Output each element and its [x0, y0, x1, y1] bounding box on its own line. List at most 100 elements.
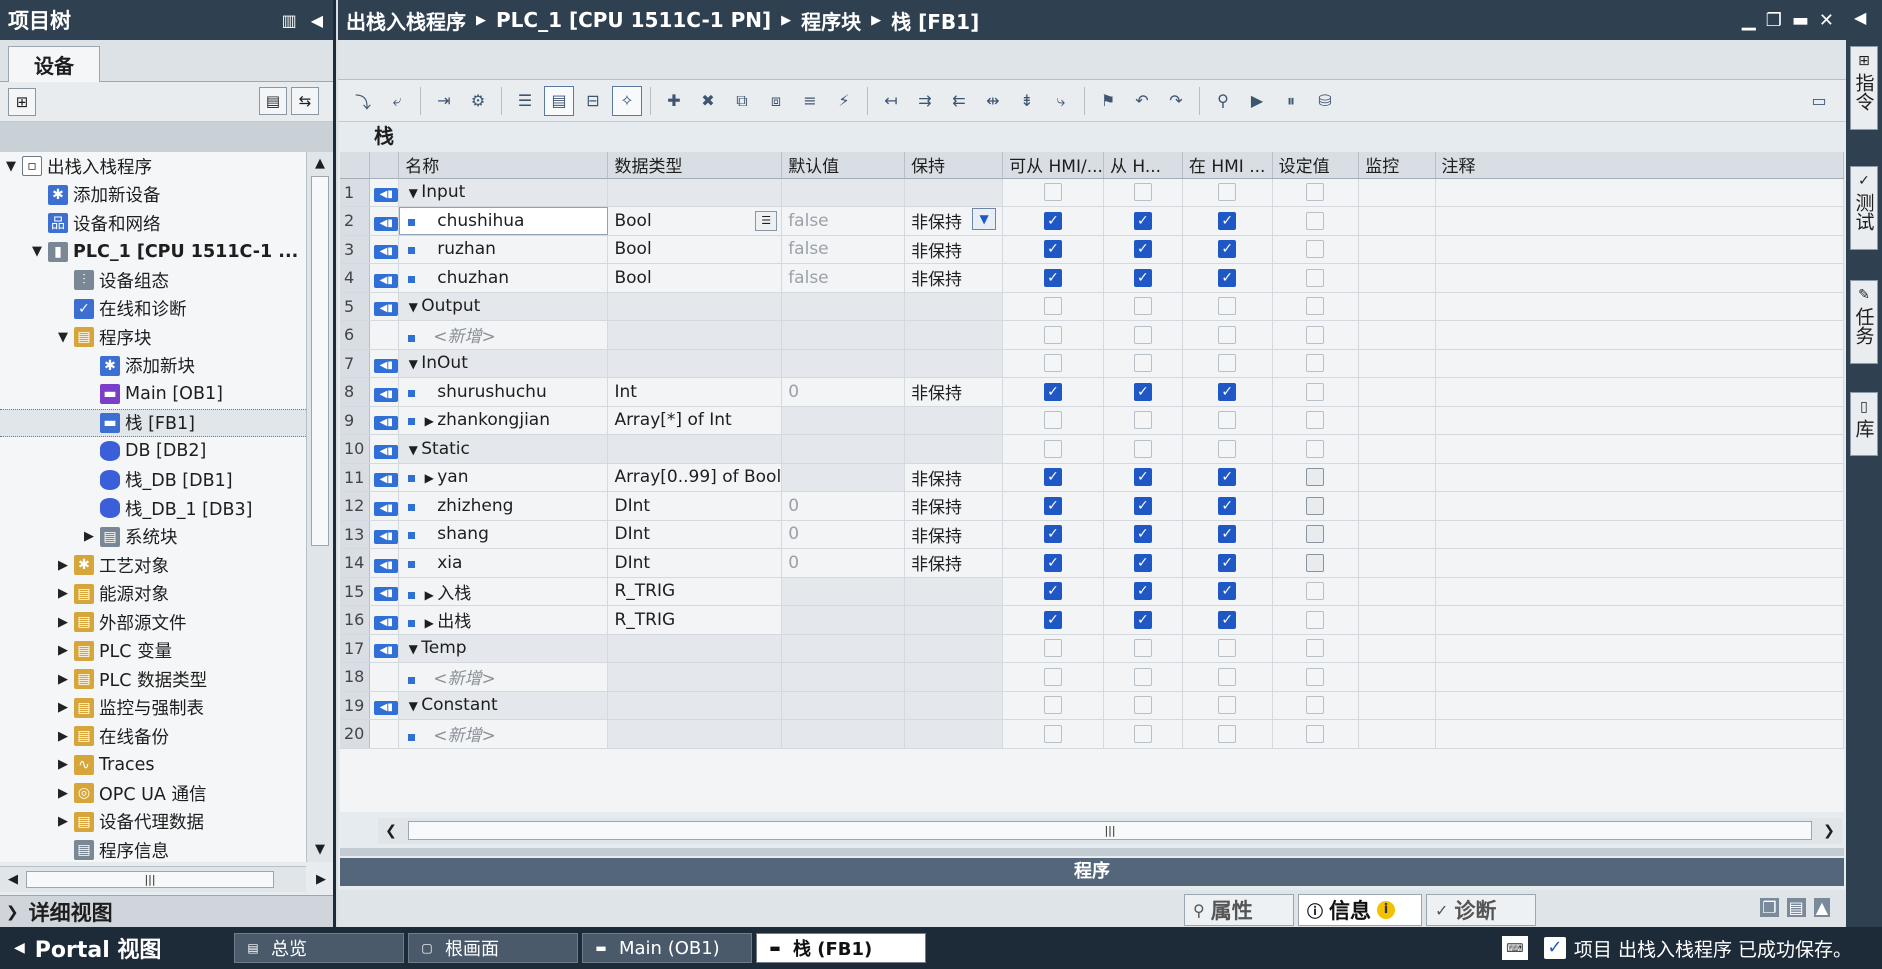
comment-cell[interactable]: [1435, 377, 1844, 407]
table-row[interactable]: 1 ◀▮ ▼ Input: [340, 178, 1844, 207]
hmi-writable-cell[interactable]: [1103, 434, 1183, 464]
setpoint-cell[interactable]: [1272, 292, 1360, 321]
hmi-accessible-cell[interactable]: [1002, 434, 1104, 464]
data-type-cell[interactable]: DInt: [607, 491, 783, 521]
checkbox[interactable]: [1306, 582, 1325, 601]
collapsed-arrow-icon[interactable]: ▶: [421, 414, 437, 428]
data-type-cell[interactable]: Bool: [607, 263, 783, 293]
checkbox[interactable]: [1044, 667, 1063, 686]
detail-view-header[interactable]: ❯ 详细视图: [0, 895, 333, 927]
add-new-placeholder[interactable]: <新增>: [415, 669, 496, 689]
hmi-visible-cell[interactable]: [1182, 634, 1273, 663]
indent-right-icon[interactable]: ⇉: [910, 86, 940, 116]
hmi-accessible-cell[interactable]: ✓: [1002, 463, 1104, 492]
checkbox-checked[interactable]: ✓: [1044, 553, 1063, 572]
comment-cell[interactable]: [1435, 406, 1844, 435]
checkbox[interactable]: [1306, 468, 1325, 487]
table-hscroll-thumb[interactable]: |||: [408, 821, 1812, 840]
prev-bookmark-icon[interactable]: ↶: [1127, 86, 1157, 116]
hmi-visible-cell[interactable]: ✓: [1182, 377, 1273, 407]
expanded-arrow-icon[interactable]: ▼: [30, 244, 44, 259]
tree-item[interactable]: ▬ 栈 [FB1]: [0, 408, 306, 437]
setpoint-cell[interactable]: [1272, 434, 1360, 464]
comment-cell[interactable]: [1435, 206, 1844, 236]
tree-item[interactable]: ▶ ▤ PLC 数据类型: [0, 665, 306, 694]
restore-icon[interactable]: ❐: [1760, 898, 1779, 917]
breadcrumb-block[interactable]: 栈 [FB1]: [891, 6, 979, 35]
retain-cell[interactable]: [904, 178, 1004, 207]
hmi-accessible-cell[interactable]: [1002, 320, 1104, 350]
expanded-arrow-icon[interactable]: ▼: [405, 699, 421, 713]
hmi-writable-cell[interactable]: [1103, 292, 1183, 321]
indent-list-icon[interactable]: ☰: [510, 86, 540, 116]
hmi-visible-cell[interactable]: [1182, 691, 1273, 720]
name-cell[interactable]: ▶ 入栈: [398, 577, 609, 606]
hmi-visible-cell[interactable]: ✓: [1182, 206, 1273, 236]
checkbox[interactable]: [1218, 639, 1237, 658]
scroll-down-icon[interactable]: ▼: [307, 838, 333, 862]
table-row[interactable]: 19 ◀▮ ▼ Constant: [340, 691, 1844, 720]
default-value-cell[interactable]: 0: [781, 491, 906, 521]
hmi-visible-cell[interactable]: ✓: [1182, 463, 1273, 492]
default-value-cell[interactable]: [781, 463, 906, 492]
table-row[interactable]: 13 ◀▮ shang DInt 0 非保持 ✓ ✓ ✓: [340, 520, 1844, 549]
hmi-writable-cell[interactable]: [1103, 406, 1183, 435]
default-value-cell[interactable]: [781, 349, 906, 378]
hmi-visible-cell[interactable]: [1182, 434, 1273, 464]
setpoint-cell[interactable]: [1272, 235, 1360, 264]
hmi-visible-cell[interactable]: [1182, 719, 1273, 749]
default-value-cell[interactable]: 0: [781, 520, 906, 549]
name-cell[interactable]: <新增>: [398, 320, 609, 350]
header-hmi-accessible[interactable]: 可从 HMI/...: [1002, 152, 1104, 179]
comment-cell[interactable]: [1435, 235, 1844, 264]
checkbox[interactable]: [1133, 325, 1152, 344]
name-cell[interactable]: ▶ zhankongjian: [398, 406, 609, 435]
checkbox[interactable]: [1306, 240, 1325, 259]
name-cell[interactable]: ▼ Input: [398, 178, 609, 207]
data-type-cell[interactable]: DInt: [607, 520, 783, 549]
hmi-accessible-cell[interactable]: [1002, 662, 1104, 692]
name-cell[interactable]: xia: [398, 548, 609, 578]
scroll-left-icon[interactable]: ◀: [0, 867, 26, 893]
data-type-cell[interactable]: DInt: [607, 548, 783, 578]
checkbox-checked[interactable]: ✓: [1133, 382, 1152, 401]
table-row[interactable]: 6 <新增>: [340, 320, 1844, 350]
collapse-up-icon[interactable]: ▲: [1813, 898, 1830, 917]
default-value-cell[interactable]: [781, 719, 906, 749]
hmi-accessible-cell[interactable]: ✓: [1002, 520, 1104, 549]
split-view-icon[interactable]: ▥: [282, 11, 297, 30]
tab-libraries[interactable]: ▯ 库: [1850, 392, 1878, 456]
tree-item[interactable]: ▶ ▤ PLC 变量: [0, 637, 306, 666]
editor-tab[interactable]: ▬ Main (OB1): [582, 933, 752, 963]
default-value-cell[interactable]: 0: [781, 377, 906, 407]
checkbox[interactable]: [1306, 325, 1325, 344]
table-row[interactable]: 15 ◀▮ ▶ 入栈 R_TRIG ✓ ✓ ✓: [340, 577, 1844, 606]
delete-network-icon[interactable]: ✖: [693, 86, 723, 116]
data-type-cell[interactable]: Bool: [607, 235, 783, 264]
hmi-accessible-cell[interactable]: [1002, 719, 1104, 749]
table-row[interactable]: 4 ◀▮ chuzhan Bool false 非保持 ✓ ✓ ✓: [340, 263, 1844, 293]
tree-item[interactable]: ▼ ▤ 程序块: [0, 323, 306, 352]
data-type-cell[interactable]: [607, 634, 783, 663]
table-row[interactable]: 18 <新增>: [340, 662, 1844, 692]
checkbox[interactable]: [1306, 724, 1325, 743]
layout-toggle-icon[interactable]: ▭: [1804, 86, 1834, 116]
checkbox-checked[interactable]: ✓: [1133, 468, 1152, 487]
tree-horizontal-scrollbar[interactable]: ◀ ||| ▶: [0, 866, 326, 893]
tree-item[interactable]: DB [DB2]: [0, 437, 306, 466]
network-comments-icon[interactable]: ≡: [795, 86, 825, 116]
hmi-visible-cell[interactable]: ✓: [1182, 605, 1273, 635]
checkbox[interactable]: [1133, 297, 1152, 316]
collapsed-arrow-icon[interactable]: ▶: [56, 643, 70, 658]
default-value-cell[interactable]: [781, 605, 906, 635]
scroll-right-icon[interactable]: ▶: [308, 867, 334, 893]
default-value-cell[interactable]: [781, 634, 906, 663]
show-details-icon[interactable]: ⇆: [291, 87, 319, 115]
add-new-placeholder[interactable]: <新增>: [415, 726, 496, 746]
name-cell[interactable]: zhizheng: [398, 491, 609, 521]
tree-hscroll-thumb[interactable]: |||: [26, 871, 274, 888]
checkbox-checked[interactable]: ✓: [1218, 268, 1237, 287]
data-type-cell[interactable]: [607, 178, 783, 207]
checkbox[interactable]: [1218, 411, 1237, 430]
data-type-cell[interactable]: [607, 662, 783, 692]
